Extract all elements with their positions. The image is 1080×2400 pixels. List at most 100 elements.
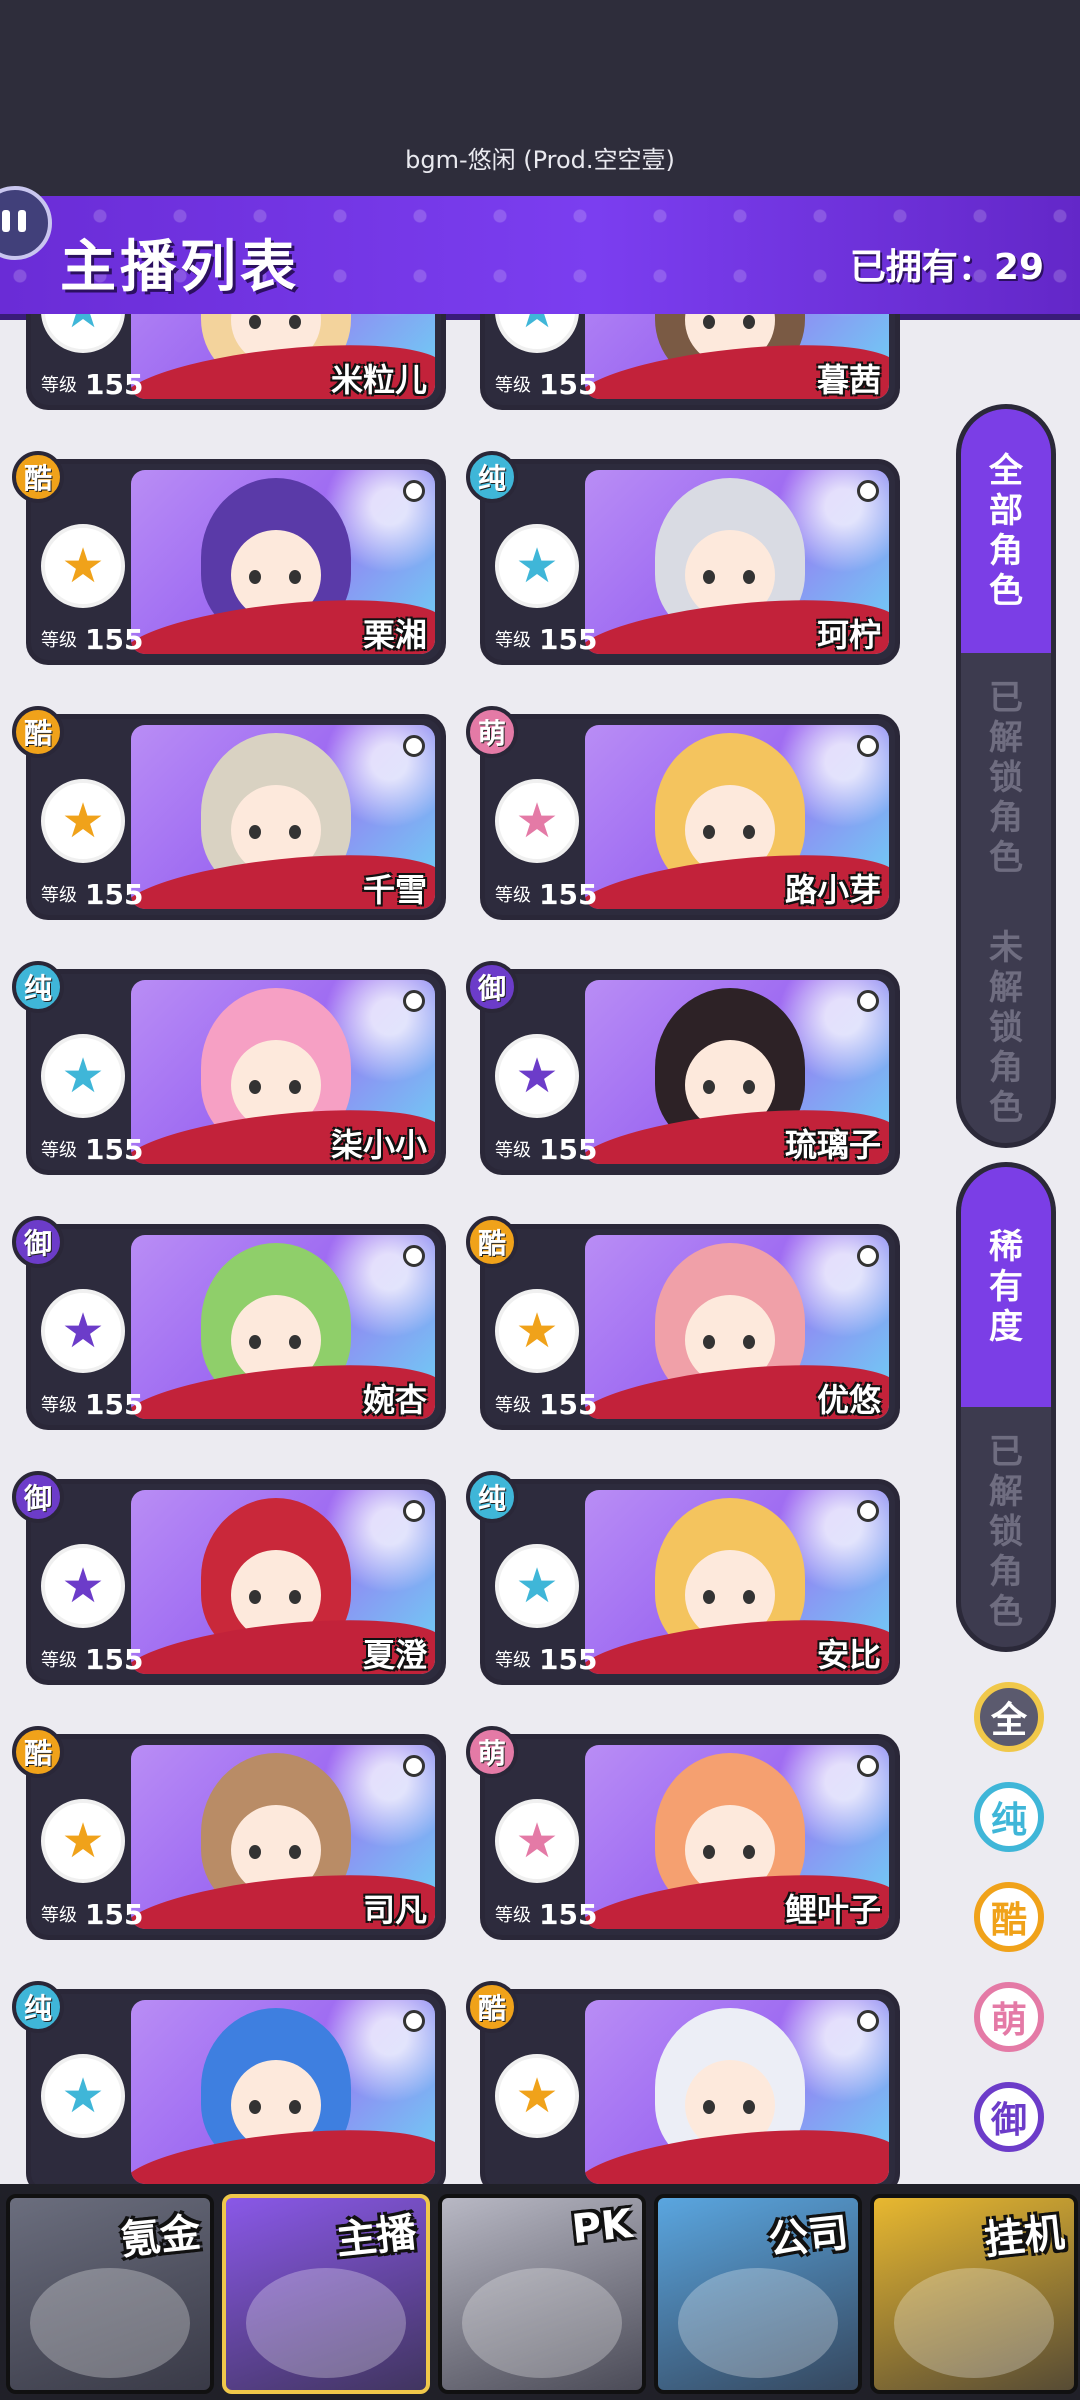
nav-tab[interactable]: 公司 [654,2194,862,2394]
portrait-dot [857,735,879,757]
level-label: 等级 [495,1140,531,1161]
owned-count: 已拥有：29 [849,247,1044,288]
attribute-tag: 酷 [12,451,64,503]
level-value: 155 [539,1643,598,1676]
level-value: 155 [539,1133,598,1166]
attribute-emblem-icon: ★ [495,1544,579,1628]
level-label: 等级 [41,1140,77,1161]
attribute-tag: 纯 [12,1981,64,2033]
vertical-char: 角 [989,531,1023,571]
character-card[interactable]: ★ [26,1989,446,2184]
vertical-char: 解 [989,968,1023,1008]
character-card[interactable]: ★ 等级 155 夏澄 [26,1479,446,1685]
attribute-filter-button[interactable]: 全 [974,1682,1044,1752]
filter-all-characters[interactable]: 全部角色 [961,409,1051,653]
character-portrait [585,2000,889,2184]
character-card[interactable]: ★ 等级 155 珂柠 [480,459,900,665]
character-card[interactable]: ★ 等级 155 栗湘 [26,459,446,665]
level-label: 等级 [495,375,531,396]
nav-tab[interactable]: 氪金 [6,2194,214,2394]
character-card[interactable]: ★ 等级 155 优悠 [480,1224,900,1430]
filter-unlocked-characters[interactable]: 已解锁角色 [961,653,1051,903]
attribute-filter-button[interactable]: 纯 [974,1782,1044,1852]
filter-rarity-unlocked[interactable]: 已解锁角色 [961,1407,1051,1647]
attribute-filter-button[interactable]: 御 [974,2082,1044,2152]
character-card[interactable]: ★ 等级 155 婉杏 [26,1224,446,1430]
character-card[interactable]: ★ [480,1989,900,2184]
attribute-emblem-icon: ★ [495,2054,579,2138]
character-card[interactable]: ★ 等级 155 安比 [480,1479,900,1685]
character-name: 柒小小 [330,1126,427,1164]
vertical-char: 角 [989,1552,1023,1592]
portrait-dot [403,990,425,1012]
nav-tab[interactable]: 主播 [222,2194,430,2394]
attribute-tag: 御 [466,961,518,1013]
character-eye [743,825,755,839]
attribute-tag: 御 [12,1471,64,1523]
filter-rarity[interactable]: 稀有度 [961,1167,1051,1407]
character-portrait [131,2000,435,2184]
character-eye [743,1335,755,1349]
attribute-filter-button[interactable]: 萌 [974,1982,1044,2052]
attribute-emblem-icon: ★ [495,1034,579,1118]
nav-tab[interactable]: PK [438,2194,646,2394]
vertical-char: 角 [989,1048,1023,1088]
portrait-dot [403,1500,425,1522]
attribute-tag: 纯 [12,961,64,1013]
attribute-tag: 御 [12,1216,64,1268]
character-card[interactable]: ★ 等级 155 路小芽 [480,714,900,920]
level-label: 等级 [495,1650,531,1671]
nav-tab-illustration [894,2268,1054,2378]
pause-bar-icon [18,210,26,232]
character-card[interactable]: ★ 等级 155 司凡 [26,1734,446,1940]
attribute-emblem-icon: ★ [495,1289,579,1373]
page-header: 主播列表 已拥有：29 [0,196,1080,320]
portrait-dot [403,735,425,757]
character-name: 婉杏 [362,1381,427,1419]
character-card[interactable]: ★ 等级 155 米粒儿 [26,314,446,410]
vertical-char: 已 [989,1432,1023,1472]
level-label: 等级 [41,1650,77,1671]
portrait-dot [403,2010,425,2032]
attribute-emblem-icon: ★ [41,524,125,608]
character-name: 珂柠 [816,616,881,654]
attribute-emblem-icon: ★ [41,2054,125,2138]
level-label: 等级 [495,630,531,651]
level-label: 等级 [41,885,77,906]
character-eye [703,1080,715,1094]
level-value: 155 [85,623,144,656]
bgm-title: bgm-悠闲 (Prod.空空壹) [405,146,675,174]
character-eye [289,1335,301,1349]
filter-locked-characters[interactable]: 未解锁角色 [961,903,1051,1143]
rarity-filter: 稀有度 已解锁角色 [956,1162,1056,1652]
character-card[interactable]: ★ 等级 155 千雪 [26,714,446,920]
vertical-char: 锁 [989,1512,1023,1552]
vertical-char: 锁 [989,1008,1023,1048]
nav-tab[interactable]: 挂机 [870,2194,1078,2394]
vertical-char: 锁 [989,758,1023,798]
level-label: 等级 [41,630,77,651]
character-name: 鲤叶子 [784,1891,881,1929]
character-eye [703,1845,715,1859]
character-eye [289,1590,301,1604]
vertical-char: 色 [989,1088,1023,1128]
attribute-tag: 酷 [466,1216,518,1268]
nav-tab-illustration [462,2268,622,2378]
character-card[interactable]: ★ 等级 155 暮茜 [480,314,900,410]
character-eye [743,570,755,584]
character-card[interactable]: ★ 等级 155 琉璃子 [480,969,900,1175]
vertical-char: 已 [989,678,1023,718]
attribute-emblem-icon: ★ [41,1544,125,1628]
character-name: 千雪 [362,871,427,909]
level-value: 155 [539,623,598,656]
character-eye [743,1590,755,1604]
character-eye [743,1845,755,1859]
bottom-nav: 氪金 主播 PK 公司 挂机 [0,2184,1080,2400]
portrait-dot [857,990,879,1012]
pause-bar-icon [2,210,10,232]
character-card[interactable]: ★ 等级 155 鲤叶子 [480,1734,900,1940]
character-card[interactable]: ★ 等级 155 柒小小 [26,969,446,1175]
attribute-filter-button[interactable]: 酷 [974,1882,1044,1952]
portrait-dot [857,1500,879,1522]
portrait-dot [403,1755,425,1777]
